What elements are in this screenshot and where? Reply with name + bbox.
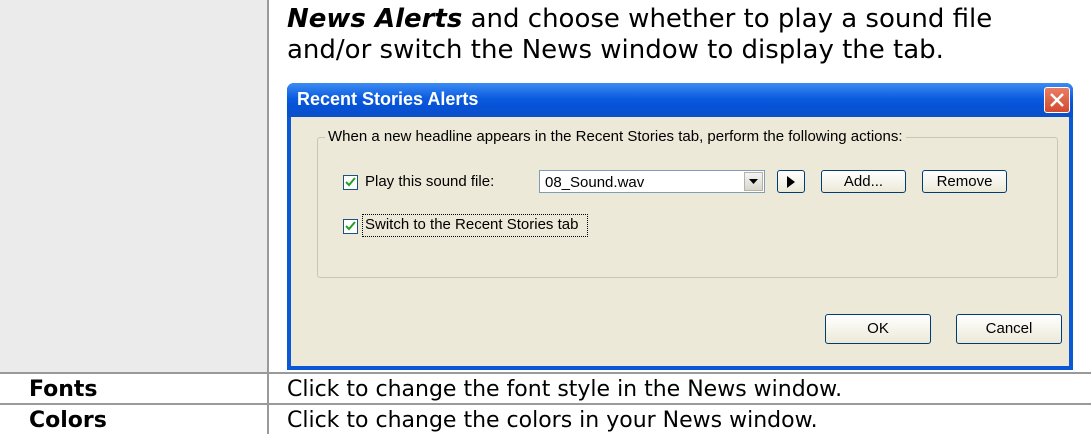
left-cell — [0, 0, 267, 372]
switch-tab-checkbox[interactable] — [343, 219, 358, 234]
dialog-titlebar[interactable]: Recent Stories Alerts — [287, 83, 1073, 117]
add-button-label: Add... — [843, 173, 884, 190]
dialog-title: Recent Stories Alerts — [297, 89, 479, 109]
intro-bold: News Alerts — [287, 4, 463, 34]
fonts-description: Click to change the font style in the Ne… — [287, 377, 843, 402]
add-button[interactable]: Add... — [821, 170, 906, 193]
remove-button[interactable]: Remove — [922, 170, 1007, 193]
play-sound-checkbox[interactable] — [343, 175, 358, 190]
play-button[interactable] — [777, 170, 805, 193]
ok-button[interactable]: OK — [825, 314, 931, 344]
checkmark-icon — [345, 177, 356, 187]
intro-paragraph: News Alerts and choose whether to play a… — [287, 4, 1047, 66]
close-button[interactable] — [1044, 87, 1070, 113]
colors-label: Colors — [29, 408, 107, 433]
row-divider — [0, 372, 1091, 374]
column-divider — [267, 0, 269, 434]
switch-tab-label[interactable]: Switch to the Recent Stories tab — [365, 216, 578, 233]
ok-button-label: OK — [867, 320, 889, 337]
combo-dropdown-button[interactable] — [744, 172, 763, 191]
colors-description: Click to change the colors in your News … — [287, 408, 818, 433]
cancel-button-label: Cancel — [985, 320, 1033, 337]
row-divider — [0, 403, 1091, 405]
sound-file-select[interactable]: 08_Sound.wav — [539, 170, 765, 193]
play-icon — [787, 176, 795, 188]
fonts-label: Fonts — [29, 377, 98, 402]
actions-groupbox — [317, 137, 1058, 278]
chevron-down-icon — [749, 179, 758, 184]
group-label: When a new headline appears in the Recen… — [325, 128, 906, 145]
remove-button-label: Remove — [936, 173, 993, 190]
cancel-button[interactable]: Cancel — [956, 314, 1062, 344]
dialog-body: When a new headline appears in the Recen… — [291, 117, 1069, 366]
checkmark-icon — [345, 221, 356, 231]
alerts-dialog: Recent Stories Alerts When a new headlin… — [287, 83, 1073, 370]
close-icon — [1050, 93, 1064, 107]
sound-file-value: 08_Sound.wav — [545, 174, 645, 191]
play-sound-label[interactable]: Play this sound file: — [365, 173, 494, 190]
